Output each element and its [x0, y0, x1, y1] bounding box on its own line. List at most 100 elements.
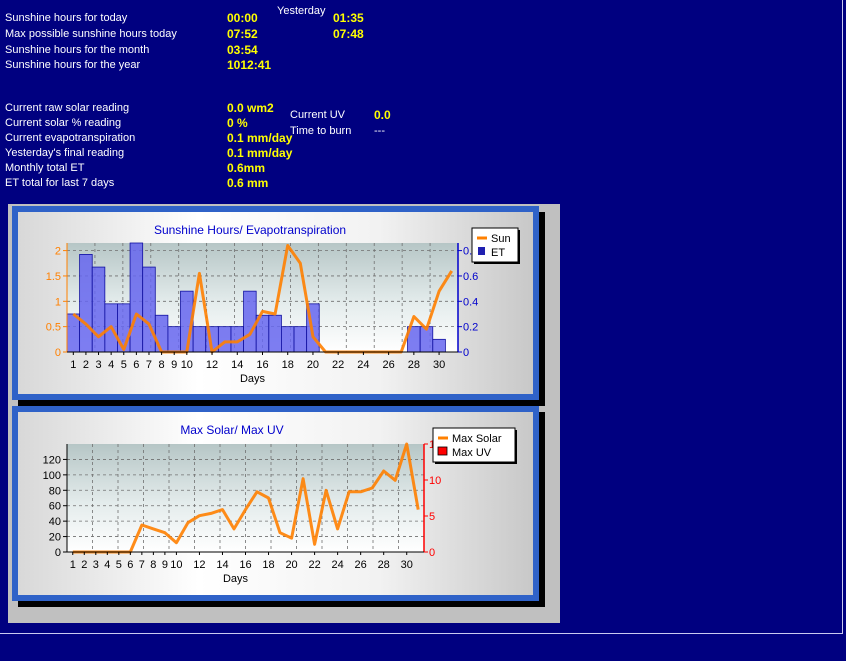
solar-percent-label: Current solar % reading — [5, 117, 122, 129]
sunshine-today-value: 00:00 — [227, 11, 258, 25]
y-left-tick-label: 120 — [43, 454, 61, 466]
sunshine-yesterday-value: 01:35 — [333, 11, 364, 25]
yesterday-final-label: Yesterday's final reading — [5, 147, 125, 159]
sunshine-month-label: Sunshine hours for the month — [5, 44, 150, 56]
et-bar — [268, 314, 282, 353]
legend-label: Max UV — [452, 447, 492, 459]
x-tick-label: 4 — [108, 359, 114, 371]
x-tick-label: 5 — [116, 559, 122, 571]
et-bar — [281, 326, 295, 353]
sunshine-year-label: Sunshine hours for the year — [5, 59, 141, 71]
y-right-tick-label: 5 — [429, 511, 435, 523]
x-tick-label: 5 — [121, 359, 127, 371]
legend-swatch-bar — [478, 247, 485, 255]
yesterday-final-value: 0.1 mm/day — [227, 146, 293, 160]
sunshine-month-value: 03:54 — [227, 43, 258, 57]
x-tick-label: 7 — [139, 559, 145, 571]
current-uv-label: Current UV — [290, 109, 346, 121]
x-tick-label: 14 — [216, 559, 228, 571]
x-tick-label: 10 — [181, 359, 193, 371]
raw-solar-label: Current raw solar reading — [5, 102, 130, 114]
et-bar — [91, 266, 106, 353]
x-tick-label: 26 — [355, 559, 367, 571]
y-left-tick-label: 1.5 — [46, 271, 61, 283]
x-tick-label: 2 — [83, 359, 89, 371]
chart-title: Max Solar/ Max UV — [180, 423, 283, 437]
x-tick-label: 20 — [307, 359, 319, 371]
x-tick-label: 28 — [378, 559, 390, 571]
et-bar — [243, 290, 257, 353]
solar-uv-chart-card: Max Solar/ Max UV02040608010012005101512… — [12, 406, 539, 601]
max-possible-label: Max possible sunshine hours today — [5, 28, 177, 40]
y-left-tick-label: 80 — [49, 485, 61, 497]
y-left-tick-label: 1 — [55, 296, 61, 308]
et-bar — [217, 326, 232, 353]
x-tick-label: 26 — [383, 359, 395, 371]
monthly-et-value: 0.6mm — [227, 161, 266, 175]
raw-solar-value: 0.0 wm2 — [227, 101, 274, 115]
et-bar — [192, 326, 207, 353]
solar-percent-value: 0 % — [227, 116, 248, 130]
et-bar — [129, 242, 144, 353]
x-tick-label: 18 — [282, 359, 294, 371]
et-bar — [167, 326, 181, 353]
et-bar — [154, 314, 169, 353]
x-tick-label: 4 — [104, 559, 110, 571]
x-tick-label: 30 — [433, 359, 445, 371]
x-tick-label: 16 — [256, 359, 268, 371]
y-left-tick-label: 2 — [55, 246, 61, 258]
x-tick-label: 12 — [193, 559, 205, 571]
y-left-tick-label: 0 — [55, 547, 61, 559]
solar-uv-chart: Max Solar/ Max UV02040608010012005101512… — [43, 423, 517, 585]
et-bar — [293, 326, 308, 353]
et-bar — [142, 266, 156, 353]
y-left-tick-label: 0 — [55, 347, 61, 359]
et-bar — [79, 254, 93, 353]
legend-label: ET — [491, 247, 505, 259]
x-tick-label: 7 — [146, 359, 152, 371]
x-tick-label: 10 — [170, 559, 182, 571]
x-tick-label: 8 — [159, 359, 165, 371]
sunshine-today-label: Sunshine hours for today — [5, 12, 128, 24]
legend-label: Max Solar — [452, 433, 502, 445]
et-bar — [66, 313, 81, 353]
y-left-tick-label: 40 — [49, 516, 61, 528]
chart-title: Sunshine Hours/ Evapotranspiration — [154, 223, 346, 237]
x-tick-label: 24 — [357, 359, 369, 371]
y-right-tick-label: 10 — [429, 475, 441, 487]
x-axis-label: Days — [223, 573, 249, 585]
x-tick-label: 28 — [408, 359, 420, 371]
y-right-tick-label: 0.2 — [463, 322, 478, 334]
x-tick-label: 12 — [206, 359, 218, 371]
y-left-tick-label: 0.5 — [46, 322, 61, 334]
y-right-tick-label: 0.6 — [463, 271, 478, 283]
y-left-tick-label: 100 — [43, 470, 61, 482]
current-uv-value: 0.0 — [374, 108, 391, 122]
x-tick-label: 1 — [70, 559, 76, 571]
x-tick-label: 2 — [81, 559, 87, 571]
x-tick-label: 14 — [231, 359, 243, 371]
y-right-tick-label: 0.4 — [463, 296, 478, 308]
max-possible-today-value: 07:52 — [227, 27, 258, 41]
monthly-et-label: Monthly total ET — [5, 162, 85, 174]
x-tick-label: 9 — [162, 559, 168, 571]
time-to-burn-value: --- — [374, 125, 385, 137]
sunshine-year-value: 1012:41 — [227, 58, 272, 72]
sunshine-et-chart: Sunshine Hours/ Evapotranspiration 0 0.5 1 1… — [46, 223, 520, 385]
x-tick-label: 24 — [332, 559, 344, 571]
x-tick-label: 16 — [239, 559, 251, 571]
y-left-tick-label: 60 — [49, 501, 61, 513]
x-tick-label: 20 — [285, 559, 297, 571]
yesterday-header: Yesterday — [277, 5, 326, 17]
time-to-burn-label: Time to burn — [290, 125, 352, 137]
x-tick-label: 30 — [401, 559, 413, 571]
y-left-tick-label: 20 — [49, 532, 61, 544]
y-right-tick-label: 0 — [463, 347, 469, 359]
x-tick-label: 18 — [262, 559, 274, 571]
et-bar — [117, 303, 131, 353]
x-axis-label: Days — [240, 373, 266, 385]
legend-swatch-box — [437, 446, 448, 456]
et-7days-label: ET total for last 7 days — [5, 177, 115, 189]
sunshine-et-chart-card: Sunshine Hours/ Evapotranspiration 0 0.5 1 1… — [12, 206, 539, 400]
x-tick-label: 6 — [133, 359, 139, 371]
